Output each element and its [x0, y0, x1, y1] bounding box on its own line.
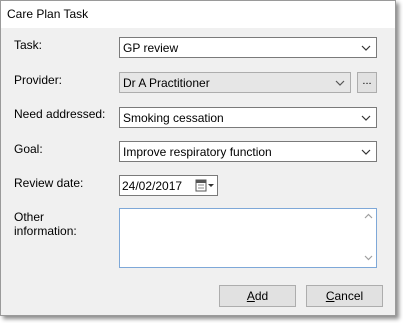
task-combo[interactable]: GP review [119, 37, 377, 58]
cancel-button[interactable]: Cancel [306, 285, 383, 307]
scroll-down-icon[interactable] [364, 255, 373, 261]
provider-value: Dr A Practitioner [123, 76, 210, 90]
provider-combo[interactable]: Dr A Practitioner [119, 72, 351, 93]
add-button[interactable]: Add [219, 285, 296, 307]
other-information-field[interactable] [119, 208, 377, 269]
care-plan-task-dialog: Care Plan Task Task: GP review Provider:… [0, 0, 396, 316]
provider-browse-button[interactable]: ... [357, 72, 377, 93]
chevron-down-icon [335, 80, 345, 86]
goal-combo[interactable]: Improve respiratory function [119, 141, 377, 162]
other-information-input[interactable] [120, 209, 364, 269]
goal-value: Improve respiratory function [123, 145, 272, 159]
calendar-icon[interactable] [195, 179, 215, 193]
provider-label: Provider: [14, 73, 63, 87]
need-addressed-combo[interactable]: Smoking cessation [119, 107, 377, 128]
other-information-label: Other information: [14, 210, 77, 238]
chevron-down-icon [361, 115, 371, 121]
task-label: Task: [14, 38, 43, 52]
add-mnemonic: A [246, 289, 255, 303]
window-title: Care Plan Task [7, 7, 89, 21]
other-label-line1: Other [14, 210, 45, 224]
review-date-label: Review date: [14, 176, 84, 190]
goal-label: Goal: [14, 142, 43, 156]
need-addressed-label: Need addressed: [14, 107, 106, 121]
task-value: GP review [123, 41, 179, 55]
need-addressed-value: Smoking cessation [123, 111, 224, 125]
scroll-up-icon[interactable] [364, 213, 373, 219]
other-label-line2: information: [14, 224, 77, 238]
cancel-label-rest: ancel [334, 289, 364, 303]
add-label-rest: dd [254, 289, 269, 303]
chevron-down-icon [361, 45, 371, 51]
memo-scrollbar[interactable] [361, 209, 376, 267]
title-bar: Care Plan Task [1, 1, 395, 28]
review-date-value: 24/02/2017 [122, 179, 183, 193]
chevron-down-icon [361, 149, 371, 155]
review-date-picker[interactable]: 24/02/2017 [119, 175, 218, 196]
